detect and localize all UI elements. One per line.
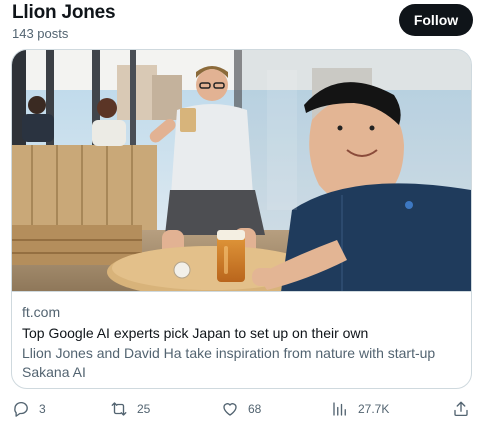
card-domain: ft.com bbox=[22, 304, 61, 320]
speech-bubble-icon bbox=[14, 401, 28, 417]
card-title[interactable]: Top Google AI experts pick Japan to set … bbox=[22, 323, 462, 343]
repost-button[interactable]: 25 bbox=[110, 398, 150, 420]
link-preview-card[interactable]: ft.com Top Google AI experts pick Japan … bbox=[11, 49, 472, 389]
share-button[interactable] bbox=[452, 398, 470, 420]
cafe-photo-illustration bbox=[12, 50, 471, 291]
reply-count: 3 bbox=[39, 402, 46, 416]
repost-count: 25 bbox=[137, 402, 151, 416]
follow-button[interactable]: Follow bbox=[399, 4, 473, 36]
heart-icon bbox=[223, 403, 237, 416]
card-text: ft.com Top Google AI experts pick Japan … bbox=[22, 303, 462, 382]
share-upload-icon bbox=[454, 401, 468, 417]
like-count: 68 bbox=[248, 402, 262, 416]
profile-name[interactable]: Llion Jones bbox=[12, 2, 116, 24]
views-button[interactable]: 27.7K bbox=[331, 398, 389, 420]
profile-header: Llion Jones 143 posts Follow bbox=[0, 0, 485, 46]
retweet-arrows-icon bbox=[111, 402, 127, 416]
card-description: Llion Jones and David Ha take inspiratio… bbox=[22, 345, 436, 380]
article-photo[interactable] bbox=[12, 50, 471, 292]
post-actions-bar: 3 25 68 27.7K bbox=[0, 398, 485, 420]
like-button[interactable]: 68 bbox=[221, 398, 261, 420]
post-count: 143 posts bbox=[12, 26, 69, 41]
view-count: 27.7K bbox=[358, 402, 390, 416]
reply-button[interactable]: 3 bbox=[12, 398, 46, 420]
bar-chart-icon bbox=[333, 402, 346, 416]
